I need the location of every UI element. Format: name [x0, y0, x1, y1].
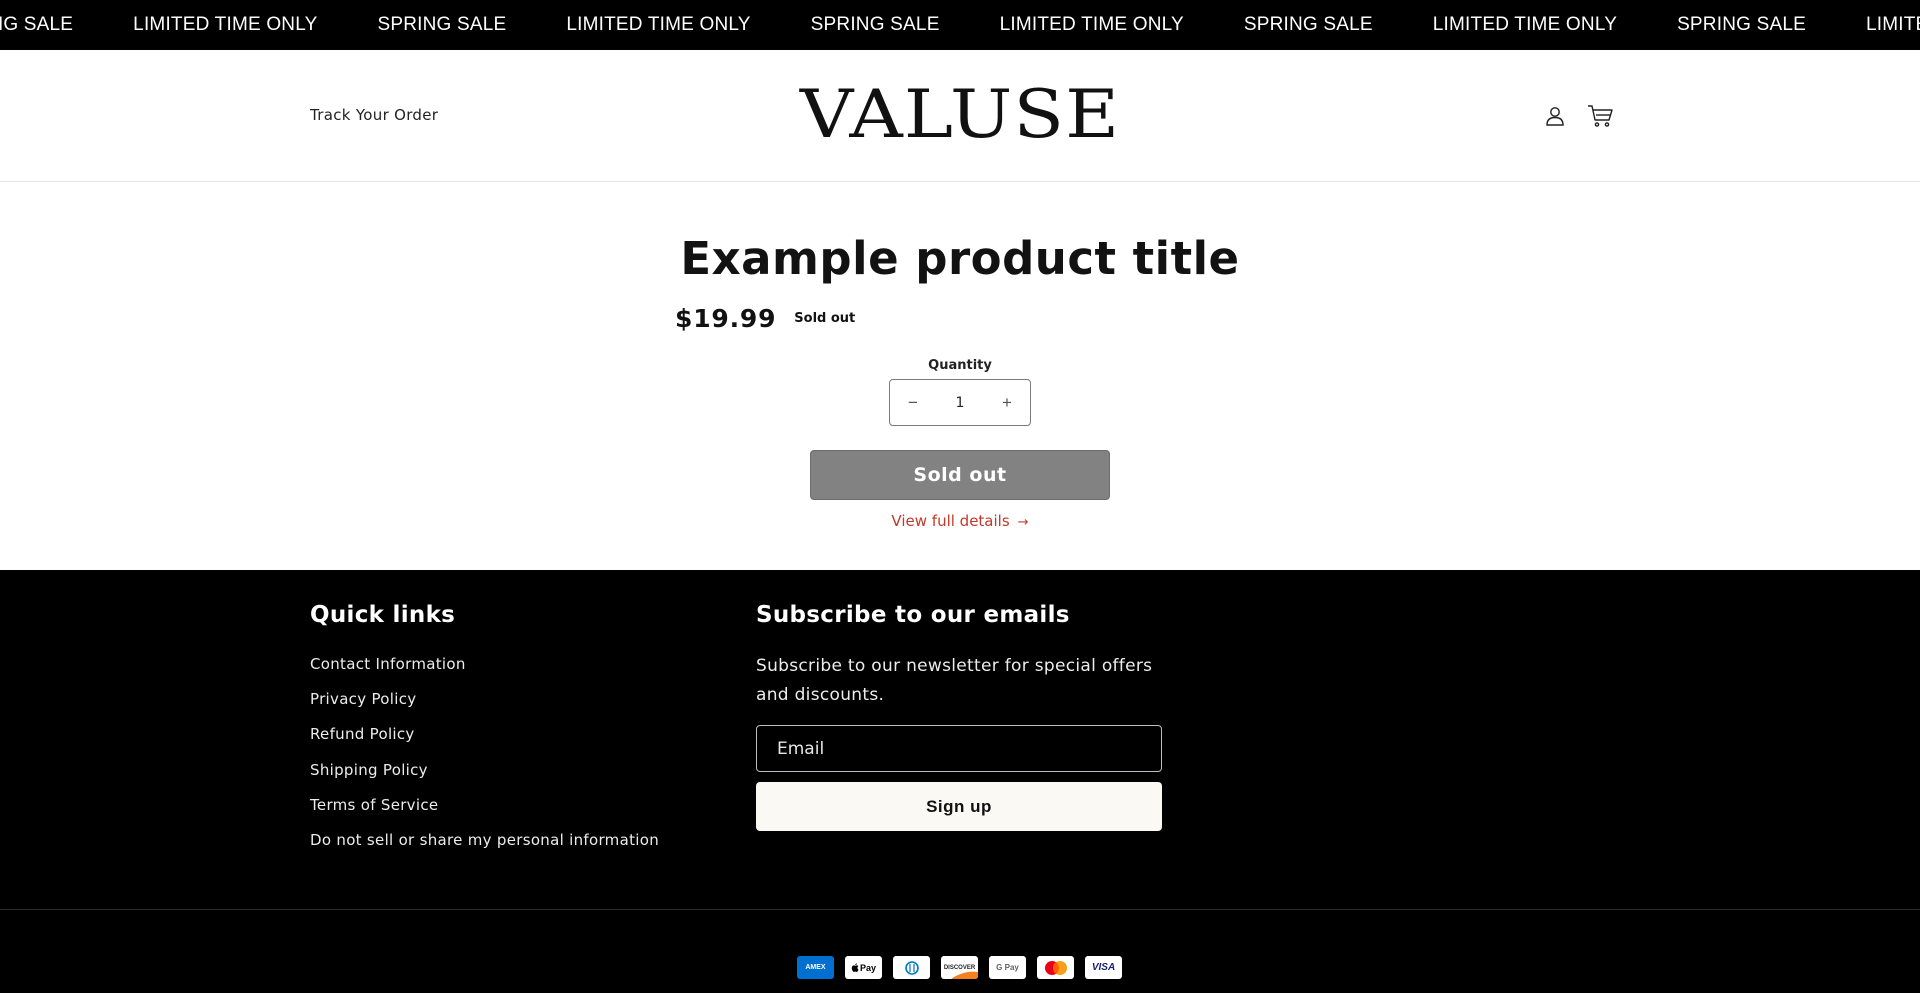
footer-link-refund[interactable]: Refund Policy	[310, 725, 659, 760]
footer-link-shipping[interactable]: Shipping Policy	[310, 761, 659, 796]
product-title: Example product title	[680, 232, 1240, 285]
quick-links-heading: Quick links	[310, 602, 456, 628]
announcement-item: SPRING SALE	[810, 14, 940, 35]
footer-link-contact[interactable]: Contact Information	[310, 655, 659, 690]
announcement-item: LIMITED TIME ONLY	[999, 14, 1184, 35]
footer-link-terms[interactable]: Terms of Service	[310, 796, 659, 831]
sign-up-button[interactable]: Sign up	[756, 782, 1162, 831]
payment-icons: AMEX Pay DISCOVER G Pay VISA	[797, 956, 1122, 979]
subscribe-description: Subscribe to our newsletter for special …	[756, 656, 1153, 705]
announcement-item: LIMITED TIME ONLY	[133, 14, 318, 35]
email-field-wrapper	[756, 725, 1162, 772]
site-header: Track Your Order VALUSE	[0, 50, 1920, 182]
google-pay-label: G Pay	[996, 963, 1019, 972]
sold-out-button[interactable]: Sold out	[810, 450, 1110, 500]
account-icon[interactable]	[1541, 102, 1569, 130]
increase-quantity-button[interactable]: +	[984, 380, 1030, 425]
amex-icon: AMEX	[797, 956, 834, 979]
visa-icon: VISA	[1085, 956, 1122, 979]
visa-label: VISA	[1091, 962, 1116, 973]
cart-icon[interactable]	[1586, 102, 1614, 130]
announcement-item: LIMITED TIME ONLY	[1865, 14, 1920, 35]
subscribe-heading: Subscribe to our emails	[756, 602, 1070, 628]
quantity-input[interactable]	[940, 394, 980, 411]
logo-text: VALUSE	[799, 75, 1121, 153]
product-price: $19.99	[675, 304, 777, 333]
announcement-item: SPRING SALE	[1243, 14, 1373, 35]
product-section: Example product title $19.99 Sold out Qu…	[0, 182, 1920, 570]
announcement-item: SPRING SALE	[377, 14, 507, 35]
track-order-link[interactable]: Track Your Order	[310, 106, 438, 124]
announcement-item: LIMITED TIME ONLY	[566, 14, 751, 35]
announcement-item: SPRING SALE	[1677, 14, 1806, 35]
email-field[interactable]	[777, 738, 1161, 759]
store-logo[interactable]: VALUSE	[800, 74, 1119, 154]
google-pay-icon: G Pay	[989, 956, 1026, 979]
sold-out-badge: Sold out	[794, 311, 856, 326]
view-full-details-link[interactable]: View full details →	[0, 512, 1920, 530]
diners-club-icon	[893, 956, 930, 979]
quantity-label: Quantity	[928, 358, 992, 373]
footer-link-do-not-sell[interactable]: Do not sell or share my personal informa…	[310, 831, 659, 866]
discover-icon: DISCOVER	[941, 956, 978, 979]
quantity-stepper: − +	[889, 379, 1031, 426]
announcement-bar: RING SALE LIMITED TIME ONLY SPRING SALE …	[0, 0, 1920, 50]
announcement-track: RING SALE LIMITED TIME ONLY SPRING SALE …	[0, 0, 1920, 50]
amex-label: AMEX	[805, 964, 826, 971]
apple-pay-icon: Pay	[845, 956, 882, 979]
footer-divider	[0, 909, 1920, 910]
price-row: $19.99 Sold out	[675, 304, 855, 333]
discover-label: DISCOVER	[943, 964, 976, 971]
announcement-item: LIMITED TIME ONLY	[1432, 14, 1618, 35]
apple-pay-label: Pay	[859, 962, 876, 973]
site-footer: Quick links Contact Information Privacy …	[0, 570, 1920, 993]
view-full-details-label: View full details	[891, 512, 1010, 530]
arrow-right-icon: →	[1017, 515, 1029, 530]
mastercard-icon	[1037, 956, 1074, 979]
announcement-item: RING SALE	[0, 14, 74, 35]
footer-link-privacy[interactable]: Privacy Policy	[310, 690, 659, 725]
quick-links-list: Contact Information Privacy Policy Refun…	[310, 655, 659, 866]
decrease-quantity-button[interactable]: −	[890, 380, 936, 425]
